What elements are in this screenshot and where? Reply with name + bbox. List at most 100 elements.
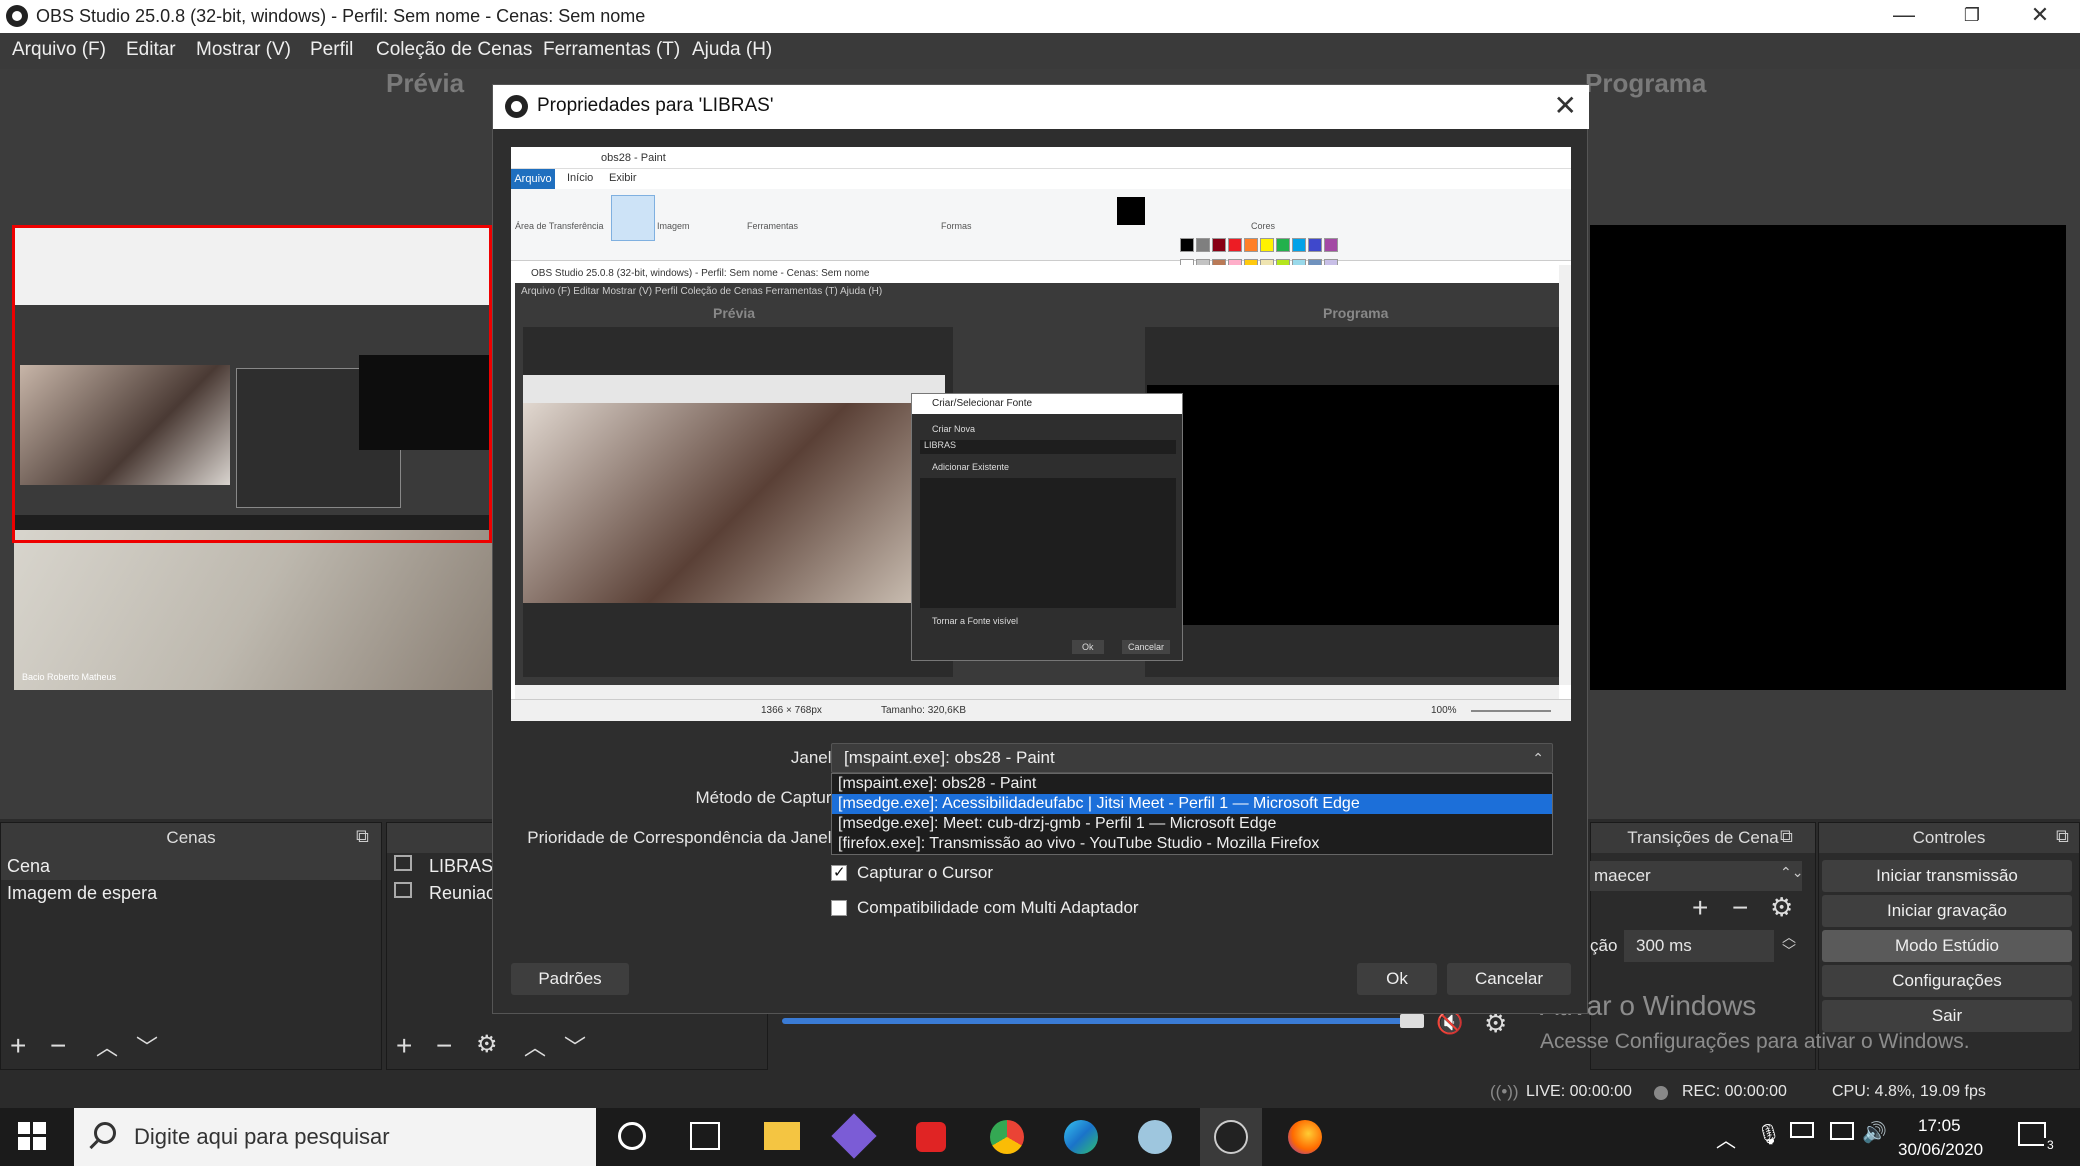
captured-webcam-image bbox=[523, 403, 915, 603]
studio-mode-button[interactable]: Modo Estúdio bbox=[1822, 930, 2072, 962]
janela-select[interactable]: [mspaint.exe]: obs28 - Paint ⌃ bbox=[831, 743, 1553, 773]
screen-recorder-icon[interactable] bbox=[916, 1122, 946, 1152]
remove-scene-button[interactable]: − bbox=[50, 1030, 66, 1062]
selection-box[interactable] bbox=[12, 225, 492, 543]
add-scene-button[interactable]: + bbox=[10, 1030, 26, 1062]
live-status: LIVE: 00:00:00 bbox=[1526, 1083, 1632, 1100]
rec-dot-icon bbox=[1654, 1086, 1668, 1100]
captured-list bbox=[920, 478, 1176, 608]
live-signal-icon: ((•)) bbox=[1490, 1082, 1519, 1101]
paint-icon[interactable] bbox=[1138, 1120, 1172, 1154]
undock-icon[interactable]: ⧉ bbox=[1780, 826, 1793, 847]
start-recording-button[interactable]: Iniciar gravação bbox=[1822, 895, 2072, 927]
obs-logo-icon bbox=[505, 95, 528, 118]
move-down-icon[interactable]: ﹀ bbox=[136, 1030, 158, 1062]
move-up-icon[interactable]: ︿ bbox=[96, 1030, 118, 1062]
captured-cancel: Cancelar bbox=[1122, 640, 1171, 654]
firefox-icon[interactable] bbox=[1288, 1120, 1322, 1154]
preview-meeting-video: Bacio Roberto Matheus bbox=[14, 530, 492, 690]
duration-label: ção bbox=[1590, 936, 1618, 955]
color1-swatch bbox=[1117, 197, 1145, 225]
defaults-button[interactable]: Padrões bbox=[511, 963, 629, 995]
prioridade-label: Prioridade de Correspondência da Janela bbox=[527, 828, 841, 847]
clock-time[interactable]: 17:05 bbox=[1918, 1116, 1961, 1136]
janela-option-highlighted[interactable]: [msedge.exe]: Acessibilidadeufabc | Jits… bbox=[832, 794, 1552, 814]
minimize-button[interactable]: — bbox=[1870, 0, 1938, 33]
paint-zoom-slider bbox=[1471, 710, 1551, 712]
ok-button[interactable]: Ok bbox=[1357, 963, 1437, 995]
transition-select[interactable]: maecer bbox=[1590, 861, 1802, 891]
add-transition-button[interactable]: + bbox=[1692, 892, 1708, 924]
speaker-icon[interactable]: 🔊 bbox=[1862, 1120, 1887, 1145]
select-tool-icon bbox=[611, 195, 655, 241]
close-icon[interactable]: ✕ bbox=[1554, 89, 1577, 122]
scene-item[interactable]: Imagem de espera bbox=[1, 880, 381, 907]
multi-adapter-checkbox[interactable] bbox=[831, 900, 847, 916]
paint-status-bar: 1366 × 768px Tamanho: 320,6KB 100% bbox=[511, 699, 1571, 721]
network-icon[interactable] bbox=[1830, 1122, 1854, 1140]
program-canvas bbox=[1590, 225, 2066, 690]
move-up-icon[interactable]: ︿ bbox=[524, 1030, 546, 1062]
file-explorer-icon[interactable] bbox=[764, 1122, 800, 1150]
undock-icon[interactable]: ⧉ bbox=[2056, 826, 2069, 847]
menu-arquivo[interactable]: Arquivo (F) bbox=[12, 39, 106, 61]
start-streaming-button[interactable]: Iniciar transmissão bbox=[1822, 860, 2072, 892]
notifications-icon[interactable] bbox=[2018, 1122, 2046, 1146]
spinner-icon[interactable]: ︿ ﹀ bbox=[1782, 930, 1796, 958]
paint-title-bar: obs28 - Paint bbox=[511, 147, 1571, 169]
paint-tab-arquivo: Arquivo bbox=[511, 169, 555, 189]
preview-label: Prévia bbox=[386, 68, 465, 98]
volume-slider-handle[interactable] bbox=[1400, 1014, 1424, 1028]
menu-perfil[interactable]: Perfil bbox=[310, 39, 353, 61]
menu-ferramentas[interactable]: Ferramentas (T) bbox=[543, 39, 680, 61]
menu-colecao-cenas[interactable]: Coleção de Cenas bbox=[376, 39, 532, 61]
exit-button[interactable]: Sair bbox=[1822, 1000, 2072, 1032]
scene-item[interactable]: Cena bbox=[1, 853, 381, 880]
restore-button[interactable]: ❐ bbox=[1938, 0, 2006, 33]
gear-icon[interactable]: ⚙ bbox=[476, 1030, 498, 1059]
window-source-icon bbox=[394, 855, 412, 871]
undock-icon[interactable]: ⧉ bbox=[356, 826, 369, 847]
chevron-updown-icon: ⌃⌄ bbox=[1780, 864, 1804, 880]
taskbar-search-box[interactable]: Digite aqui para pesquisar bbox=[74, 1108, 596, 1166]
cortana-icon[interactable] bbox=[618, 1122, 646, 1150]
move-down-icon[interactable]: ﹀ bbox=[564, 1030, 586, 1062]
chevron-up-icon[interactable]: ︿ bbox=[1716, 1124, 1736, 1153]
add-source-button[interactable]: + bbox=[396, 1030, 412, 1062]
remove-source-button[interactable]: − bbox=[436, 1030, 452, 1062]
clock-date[interactable]: 30/06/2020 bbox=[1898, 1140, 1983, 1160]
battery-icon[interactable] bbox=[1790, 1122, 1814, 1138]
preview-canvas[interactable]: Bacio Roberto Matheus bbox=[12, 225, 492, 690]
ribbon-group-label: Formas bbox=[941, 221, 972, 231]
edge-icon[interactable] bbox=[1064, 1120, 1098, 1154]
gear-icon[interactable]: ⚙ bbox=[1770, 892, 1793, 923]
window-source-icon bbox=[394, 882, 412, 898]
captured-obs-window: OBS Studio 25.0.8 (32-bit, windows) - Pe… bbox=[515, 265, 1559, 685]
chrome-icon[interactable] bbox=[990, 1120, 1024, 1154]
windows-start-icon[interactable] bbox=[18, 1122, 46, 1150]
settings-button[interactable]: Configurações bbox=[1822, 965, 2072, 997]
ribbon-group-label: Cores bbox=[1251, 221, 1276, 231]
janela-dropdown-list: [mspaint.exe]: obs28 - Paint [msedge.exe… bbox=[831, 773, 1553, 855]
dialog-title: Propriedades para 'LIBRAS' bbox=[537, 95, 774, 116]
microphone-icon[interactable]: 🎙 bbox=[1756, 1122, 1781, 1147]
duration-input[interactable]: 300 ms bbox=[1624, 930, 1774, 962]
cancel-button[interactable]: Cancelar bbox=[1447, 963, 1571, 995]
janela-option[interactable]: [mspaint.exe]: obs28 - Paint bbox=[832, 774, 1552, 794]
task-view-icon[interactable] bbox=[690, 1122, 720, 1150]
close-window-button[interactable]: ✕ bbox=[2006, 0, 2074, 33]
janela-option[interactable]: [firefox.exe]: Transmissão ao vivo - You… bbox=[832, 834, 1552, 854]
obs-icon bbox=[1214, 1120, 1248, 1154]
menu-mostrar[interactable]: Mostrar (V) bbox=[196, 39, 291, 61]
paint-file-size: Tamanho: 320,6KB bbox=[881, 705, 967, 716]
menu-editar[interactable]: Editar bbox=[126, 39, 176, 61]
paint-image-size: 1366 × 768px bbox=[761, 705, 822, 716]
janela-option[interactable]: [msedge.exe]: Meet: cub-drzj-gmb - Perfi… bbox=[832, 814, 1552, 834]
app-diamond-icon[interactable] bbox=[831, 1113, 877, 1159]
capture-cursor-checkbox[interactable] bbox=[831, 863, 847, 881]
obs-taskbar-active[interactable] bbox=[1200, 1108, 1262, 1166]
remove-transition-button[interactable]: − bbox=[1732, 892, 1748, 924]
volume-slider[interactable] bbox=[782, 1018, 1412, 1024]
menu-ajuda[interactable]: Ajuda (H) bbox=[692, 39, 772, 61]
captured-dialog-title: Criar/Selecionar Fonte bbox=[912, 394, 1182, 414]
